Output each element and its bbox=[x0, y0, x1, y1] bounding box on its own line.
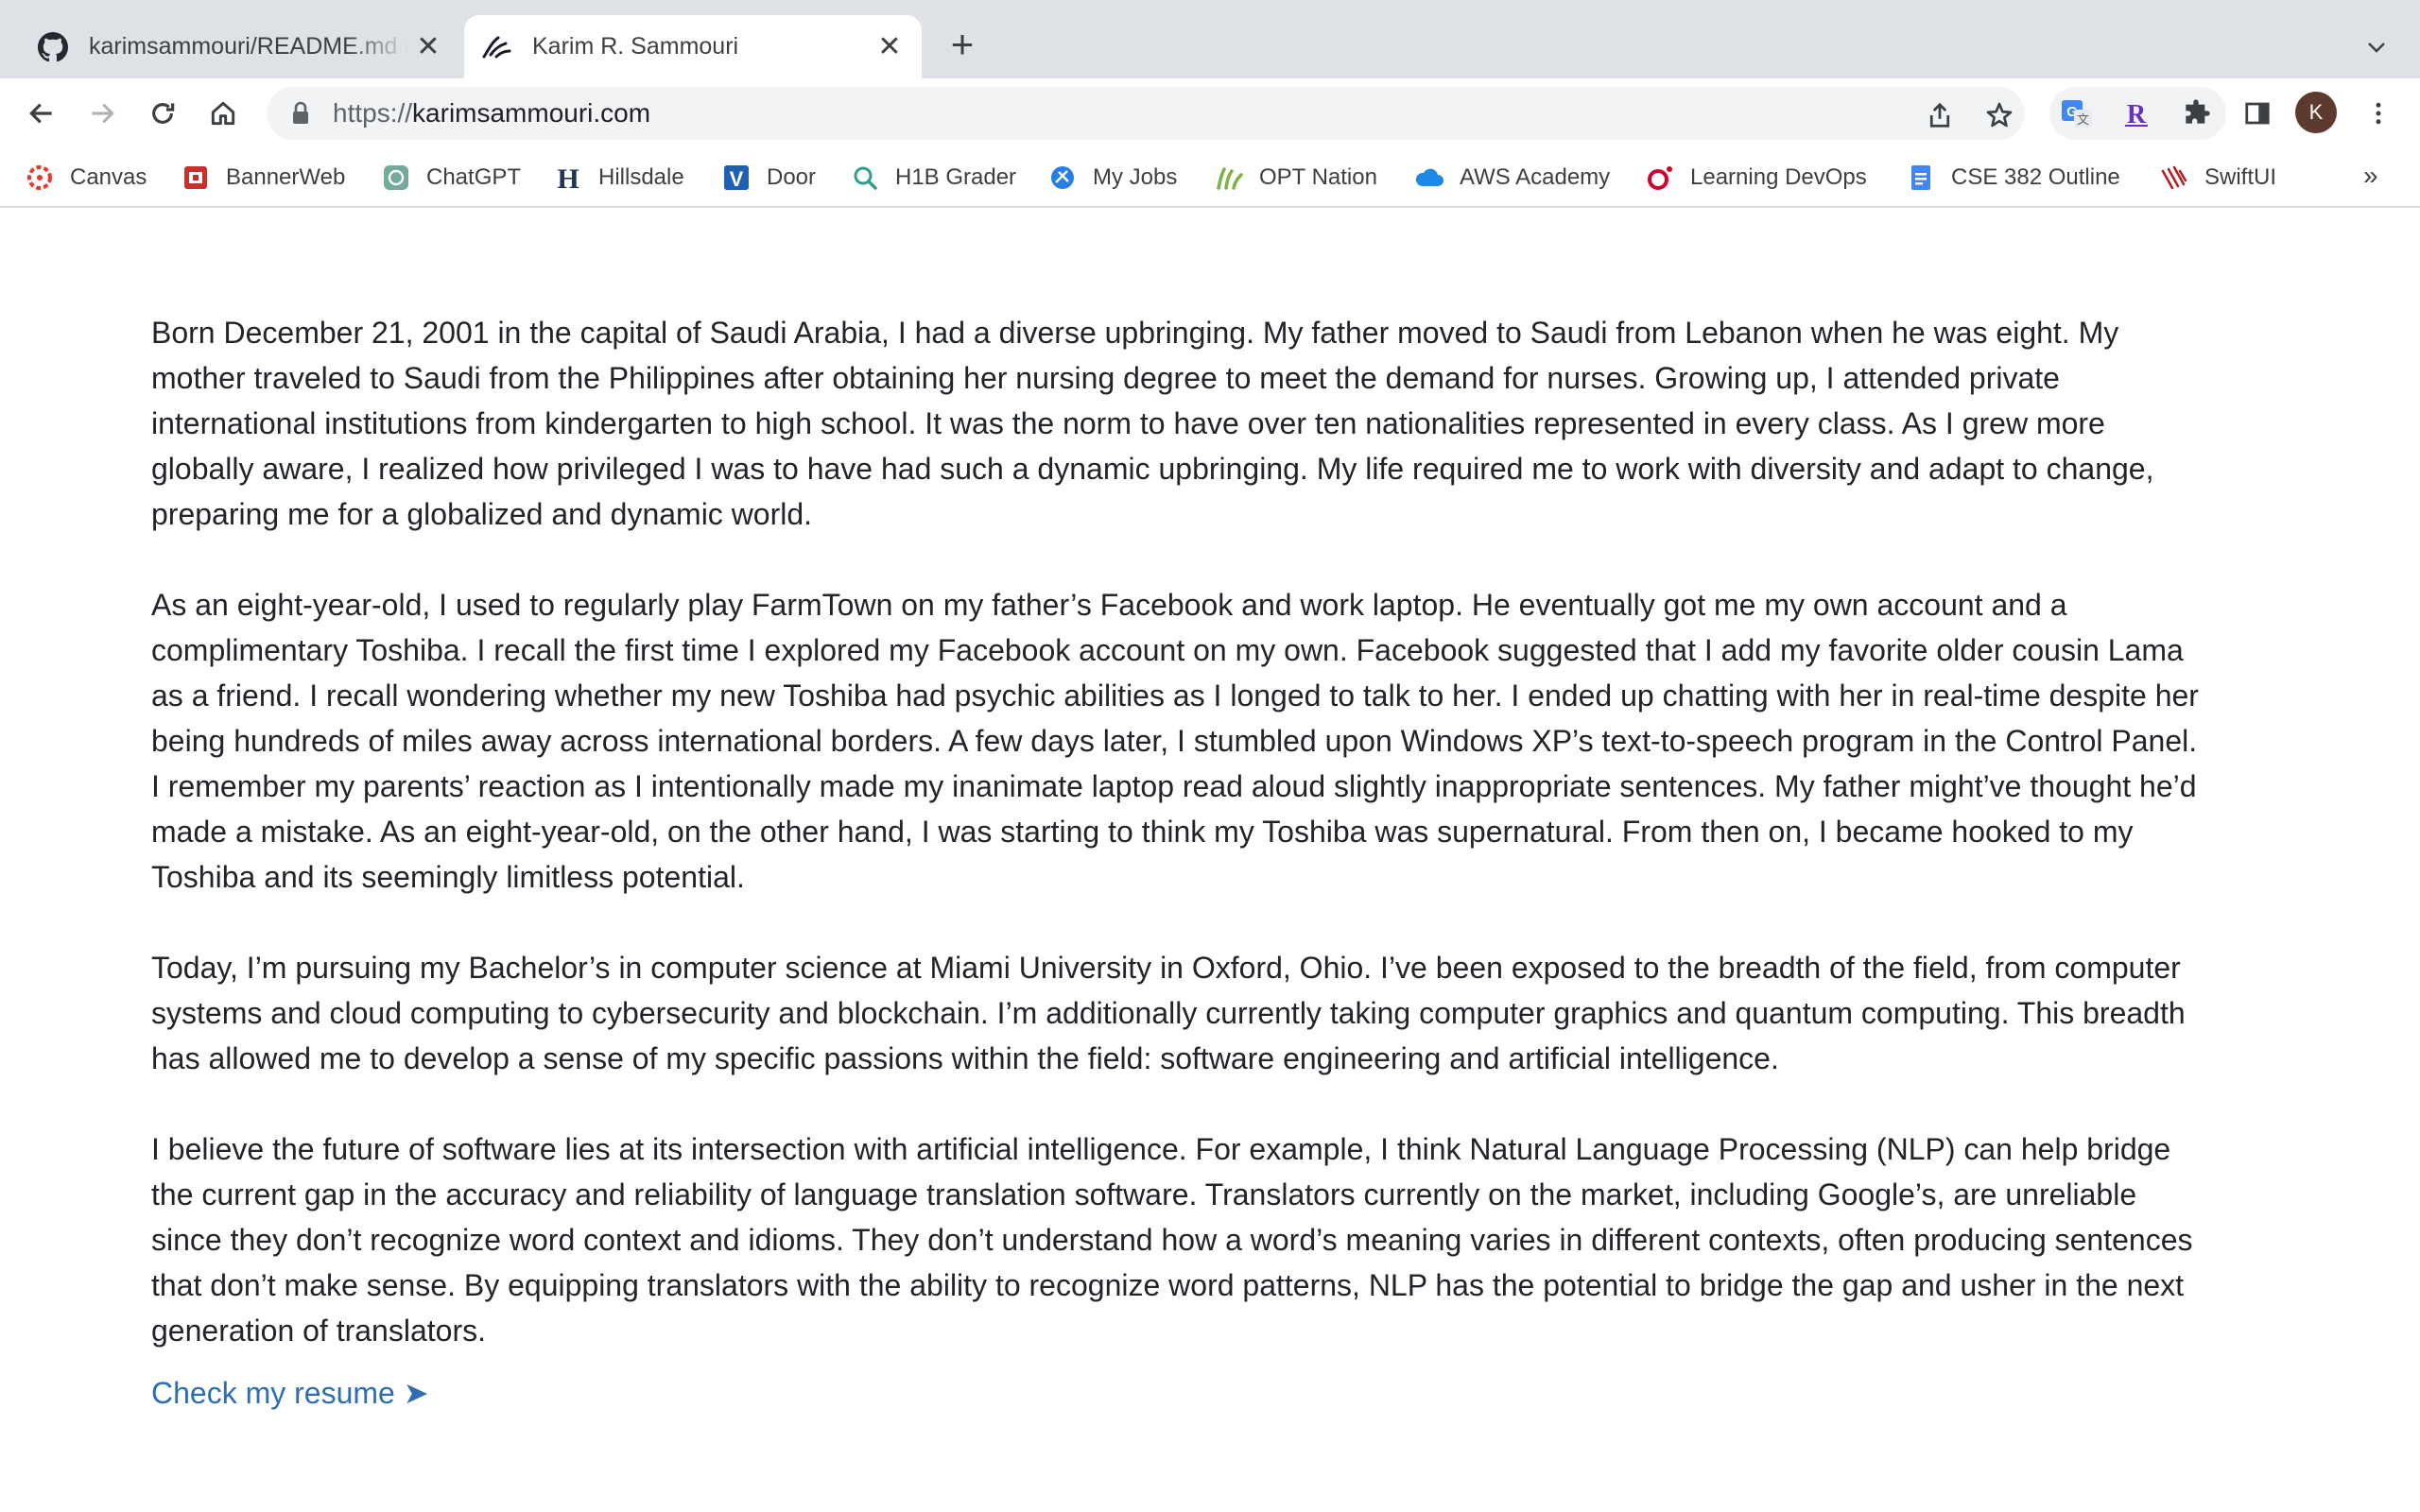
bookmark-swiftui[interactable]: SwiftUI bbox=[2159, 161, 2276, 195]
chatgpt-icon bbox=[381, 163, 411, 193]
svg-text:V: V bbox=[730, 167, 744, 191]
url-host: karimsammouri.com bbox=[412, 98, 651, 128]
paragraph-upbringing: Born December 21, 2001 in the capital of… bbox=[151, 316, 2154, 531]
reload-icon[interactable] bbox=[142, 93, 183, 134]
site-logo-icon bbox=[479, 30, 513, 64]
forward-arrow-icon[interactable] bbox=[81, 93, 123, 134]
bookmark-learning-devops[interactable]: Learning DevOps bbox=[1645, 161, 1867, 195]
google-translate-icon[interactable]: G文 bbox=[2056, 93, 2098, 134]
bookmark-h1b-grader[interactable]: H1B Grader bbox=[850, 161, 1016, 195]
bookmark-label: BannerWeb bbox=[226, 164, 346, 190]
canvas-icon bbox=[25, 163, 55, 193]
bookmark-label: H1B Grader bbox=[895, 164, 1017, 190]
bookmark-label: Learning DevOps bbox=[1690, 164, 1867, 190]
svg-text:R: R bbox=[2127, 100, 2147, 129]
bookmark-label: OPT Nation bbox=[1259, 164, 1377, 190]
puzzle-icon[interactable] bbox=[2175, 93, 2217, 134]
close-tab-icon[interactable]: ✕ bbox=[871, 28, 908, 66]
paragraph-ai-future: I believe the future of software lies at… bbox=[151, 1132, 2193, 1348]
magnifier-icon bbox=[850, 163, 880, 193]
resume-link[interactable]: Check my resume ➤ bbox=[151, 1370, 429, 1416]
oreilly-icon bbox=[1645, 163, 1675, 193]
svg-text:H: H bbox=[557, 163, 579, 192]
paragraph-education: Today, I’m pursuing my Bachelor’s in com… bbox=[151, 951, 2186, 1075]
share-icon[interactable] bbox=[1921, 96, 1959, 134]
close-tab-icon[interactable]: ✕ bbox=[409, 28, 447, 66]
github-icon bbox=[36, 30, 70, 64]
docs-icon bbox=[1906, 163, 1936, 193]
svg-text:文: 文 bbox=[2077, 113, 2089, 128]
bookmarks-overflow-chevron-icon[interactable]: » bbox=[2363, 161, 2378, 191]
bannerweb-icon bbox=[181, 163, 211, 193]
door-icon: V bbox=[721, 163, 752, 193]
bookmark-cse-382-outline[interactable]: CSE 382 Outline bbox=[1906, 161, 2120, 195]
bookmark-label: My Jobs bbox=[1093, 164, 1178, 190]
tab-title: Karim R. Sammouri bbox=[532, 33, 739, 60]
r-extension-icon[interactable]: R bbox=[2116, 93, 2157, 134]
url-scheme: https:// bbox=[333, 98, 413, 128]
bookmark-opt-nation[interactable]: OPT Nation bbox=[1214, 161, 1377, 195]
hillsdale-icon: H bbox=[553, 163, 583, 193]
bookmark-label: Hillsdale bbox=[598, 164, 684, 190]
address-bar[interactable]: https://karimsammouri.com bbox=[267, 87, 2025, 140]
cloud-icon bbox=[1414, 163, 1444, 193]
tab-strip: karimsammouri/README.md at ✕ Karim R. Sa… bbox=[0, 0, 2420, 78]
swiftui-icon bbox=[2159, 163, 2189, 193]
paragraph-childhood-laptop: As an eight-year-old, I used to regularl… bbox=[151, 588, 2199, 894]
tab-github-readme[interactable]: karimsammouri/README.md at ✕ bbox=[21, 15, 460, 78]
tab-karim-sammouri[interactable]: Karim R. Sammouri ✕ bbox=[464, 15, 922, 78]
profile-avatar[interactable]: K bbox=[2295, 92, 2337, 133]
globe-icon bbox=[1047, 163, 1078, 193]
bookmarks-bar: Canvas BannerWeb ChatGPT H Hillsdale V D… bbox=[0, 147, 2420, 208]
bookmark-label: CSE 382 Outline bbox=[1951, 164, 2120, 190]
bookmark-label: ChatGPT bbox=[426, 164, 522, 190]
bookmark-aws-academy[interactable]: AWS Academy bbox=[1414, 161, 1610, 195]
optnation-icon bbox=[1214, 163, 1244, 193]
tab-search-chevron-icon[interactable] bbox=[2358, 28, 2395, 66]
toolbar: https://karimsammouri.com G文 R K bbox=[0, 78, 2420, 147]
bookmark-canvas[interactable]: Canvas bbox=[25, 161, 147, 195]
side-panel-icon[interactable] bbox=[2237, 93, 2278, 134]
about-section: Born December 21, 2001 in the capital of… bbox=[151, 310, 2212, 1416]
bookmark-star-icon[interactable] bbox=[1980, 96, 2018, 134]
bookmark-chatgpt[interactable]: ChatGPT bbox=[381, 161, 521, 195]
tab-title: karimsammouri/README.md at bbox=[89, 33, 409, 60]
lock-icon[interactable] bbox=[289, 100, 312, 127]
bookmark-label: Canvas bbox=[70, 164, 147, 190]
bookmark-my-jobs[interactable]: My Jobs bbox=[1047, 161, 1177, 195]
bookmark-bannerweb[interactable]: BannerWeb bbox=[181, 161, 345, 195]
bookmark-label: SwiftUI bbox=[2204, 164, 2277, 190]
bookmark-hillsdale[interactable]: H Hillsdale bbox=[553, 161, 684, 195]
home-icon[interactable] bbox=[202, 93, 244, 134]
back-arrow-icon[interactable] bbox=[21, 93, 62, 134]
url-text: https://karimsammouri.com bbox=[333, 98, 650, 129]
kebab-menu-icon[interactable] bbox=[2358, 93, 2399, 134]
new-tab-button[interactable]: + bbox=[943, 25, 981, 64]
bookmark-label: AWS Academy bbox=[1460, 164, 1611, 190]
bookmark-label: Door bbox=[767, 164, 817, 190]
bookmark-door[interactable]: V Door bbox=[721, 161, 816, 195]
